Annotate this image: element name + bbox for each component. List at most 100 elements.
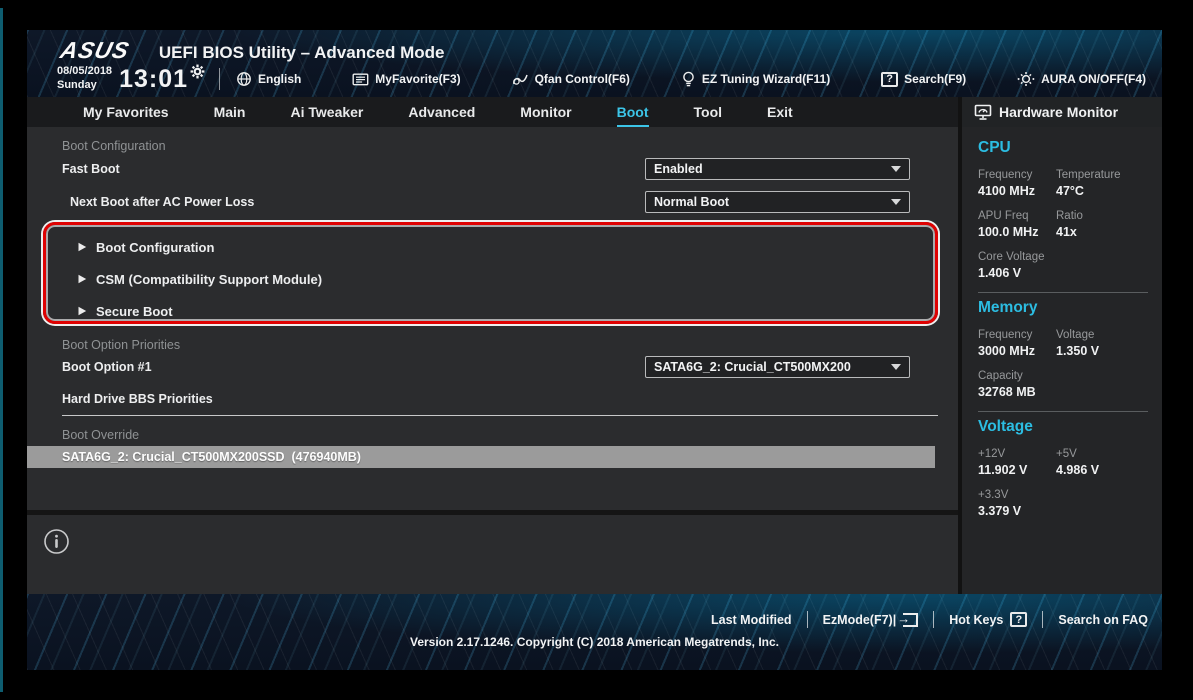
globe-icon <box>236 71 252 87</box>
footer-divider <box>1042 611 1043 628</box>
highlight-annotation-box: Boot Configuration CSM (Compatibility Su… <box>43 222 938 324</box>
cpu-temperature: Temperature 47°C <box>1056 169 1148 198</box>
fast-boot-row: Fast Boot Enabled <box>62 158 938 180</box>
hot-keys-question-icon: ? <box>1010 612 1027 627</box>
search-label: Search(F9) <box>904 72 966 86</box>
clock-display: 13:01 <box>119 65 188 94</box>
tab-tool[interactable]: Tool <box>694 97 723 127</box>
help-info-panel <box>27 515 958 594</box>
boot-option-1-value: SATA6G_2: Crucial_CT500MX200 <box>654 360 851 374</box>
fast-boot-dropdown[interactable]: Enabled <box>645 158 910 180</box>
ez-tuning-label: EZ Tuning Wizard(F11) <box>702 72 830 86</box>
header-bar: ASUS UEFI BIOS Utility – Advanced Mode 0… <box>27 30 1162 97</box>
language-label: English <box>258 72 301 86</box>
footer-bar: Last Modified EzMode(F7)| → Hot Keys ? S… <box>27 594 1162 670</box>
boot-settings-panel: Boot Configuration Fast Boot Enabled Nex… <box>27 127 958 510</box>
sidebar-divider <box>978 411 1148 412</box>
tab-advanced[interactable]: Advanced <box>408 97 475 127</box>
footer-divider <box>933 611 934 628</box>
next-boot-value: Normal Boot <box>654 195 729 209</box>
tab-exit[interactable]: Exit <box>767 97 793 127</box>
submenu-arrow-icon <box>78 274 87 284</box>
aura-sun-icon <box>1017 71 1035 87</box>
tab-boot[interactable]: Boot <box>617 97 649 127</box>
qfan-control-button[interactable]: Qfan Control(F6) <box>512 72 630 87</box>
cpu-ratio: Ratio 41x <box>1056 210 1148 239</box>
footer-divider <box>807 611 808 628</box>
tab-monitor[interactable]: Monitor <box>520 97 571 127</box>
gear-icon <box>190 64 205 79</box>
date-display: 08/05/2018 Sunday <box>57 65 112 93</box>
hot-keys-button[interactable]: Hot Keys ? <box>949 612 1027 627</box>
memory-section-title: Memory <box>978 299 1148 317</box>
day-text: Sunday <box>57 79 112 93</box>
voltage-section-title: Voltage <box>978 418 1148 436</box>
my-favorite-button[interactable]: MyFavorite(F3) <box>352 72 460 87</box>
aura-toggle-button[interactable]: AURA ON/OFF(F4) <box>1017 71 1146 87</box>
toolbar-divider <box>219 68 220 90</box>
ez-tuning-wizard-button[interactable]: EZ Tuning Wizard(F11) <box>681 71 830 87</box>
qfan-label: Qfan Control(F6) <box>535 72 630 86</box>
submenu-boot-configuration[interactable]: Boot Configuration <box>78 231 935 263</box>
main-menu: My Favorites Main Ai Tweaker Advanced Mo… <box>27 97 958 127</box>
lightbulb-icon <box>681 71 696 87</box>
bios-window: ASUS UEFI BIOS Utility – Advanced Mode 0… <box>27 30 1162 670</box>
favorites-list-icon <box>352 72 369 87</box>
search-button[interactable]: ? Search(F9) <box>881 72 966 87</box>
language-button[interactable]: English <box>236 71 301 87</box>
boot-option-1-row: Boot Option #1 SATA6G_2: Crucial_CT500MX… <box>62 356 938 378</box>
voltage-12v: +12V 11.902 V <box>978 448 1056 477</box>
submenu-csm[interactable]: CSM (Compatibility Support Module) <box>78 263 935 295</box>
section-boot-configuration: Boot Configuration <box>62 139 938 153</box>
hardware-monitor-title: Hardware Monitor <box>999 104 1118 120</box>
next-boot-dropdown[interactable]: Normal Boot <box>645 191 910 213</box>
fast-boot-label: Fast Boot <box>62 162 120 176</box>
last-modified-button[interactable]: Last Modified <box>711 613 792 627</box>
search-question-icon: ? <box>881 72 898 87</box>
memory-capacity: Capacity 32768 MB <box>978 370 1056 399</box>
boot-override-device-label: SATA6G_2: Crucial_CT500MX200SSD (476940M… <box>62 450 361 464</box>
section-boot-override: Boot Override <box>62 428 938 442</box>
tab-ai-tweaker[interactable]: Ai Tweaker <box>290 97 363 127</box>
boot-option-1-label: Boot Option #1 <box>62 360 152 374</box>
time-settings-button[interactable] <box>190 64 205 79</box>
my-favorite-label: MyFavorite(F3) <box>375 72 460 86</box>
fast-boot-value: Enabled <box>654 162 703 176</box>
submenu-secure-boot[interactable]: Secure Boot <box>78 295 935 327</box>
section-boot-option-priorities: Boot Option Priorities <box>62 338 938 352</box>
memory-voltage: Voltage 1.350 V <box>1056 329 1148 358</box>
search-on-faq-button[interactable]: Search on FAQ <box>1058 613 1148 627</box>
next-boot-row: Next Boot after AC Power Loss Normal Boo… <box>62 191 938 213</box>
monitor-icon <box>974 104 992 121</box>
aura-label: AURA ON/OFF(F4) <box>1041 72 1146 86</box>
voltage-3-3v: +3.3V 3.379 V <box>978 489 1056 518</box>
cpu-apu-freq: APU Freq 100.0 MHz <box>978 210 1056 239</box>
boot-override-device-item[interactable]: SATA6G_2: Crucial_CT500MX200SSD (476940M… <box>27 446 935 468</box>
next-boot-label: Next Boot after AC Power Loss <box>62 195 254 209</box>
tab-my-favorites[interactable]: My Favorites <box>83 97 169 127</box>
fan-icon <box>512 72 529 87</box>
date-text: 08/05/2018 <box>57 65 112 79</box>
tab-main[interactable]: Main <box>214 97 246 127</box>
boot-option-1-dropdown[interactable]: SATA6G_2: Crucial_CT500MX200 <box>645 356 910 378</box>
hardware-monitor-panel: CPU Frequency 4100 MHz Temperature 47°C … <box>958 127 1162 594</box>
window-title: UEFI BIOS Utility – Advanced Mode <box>159 43 445 63</box>
asus-logo: ASUS <box>58 37 133 64</box>
info-icon <box>43 528 70 555</box>
dropdown-arrow-icon <box>891 364 901 370</box>
dropdown-arrow-icon <box>891 199 901 205</box>
submenu-arrow-icon <box>78 306 87 316</box>
ezmode-button[interactable]: EzMode(F7)| → <box>823 613 919 627</box>
voltage-5v: +5V 4.986 V <box>1056 448 1148 477</box>
cpu-frequency: Frequency 4100 MHz <box>978 169 1056 198</box>
dropdown-arrow-icon <box>891 166 901 172</box>
memory-frequency: Frequency 3000 MHz <box>978 329 1056 358</box>
hardware-monitor-header: Hardware Monitor <box>958 97 1162 127</box>
submenu-arrow-icon <box>78 242 87 252</box>
screen-edge-accent <box>0 8 3 692</box>
version-text: Version 2.17.1246. Copyright (C) 2018 Am… <box>27 635 1162 649</box>
hard-drive-bbs-priorities-item[interactable]: Hard Drive BBS Priorities <box>62 392 938 416</box>
cpu-section-title: CPU <box>978 139 1148 157</box>
enter-ezmode-icon: → <box>903 613 918 627</box>
header-toolbar: 08/05/2018 Sunday 13:01 <box>57 63 1150 95</box>
